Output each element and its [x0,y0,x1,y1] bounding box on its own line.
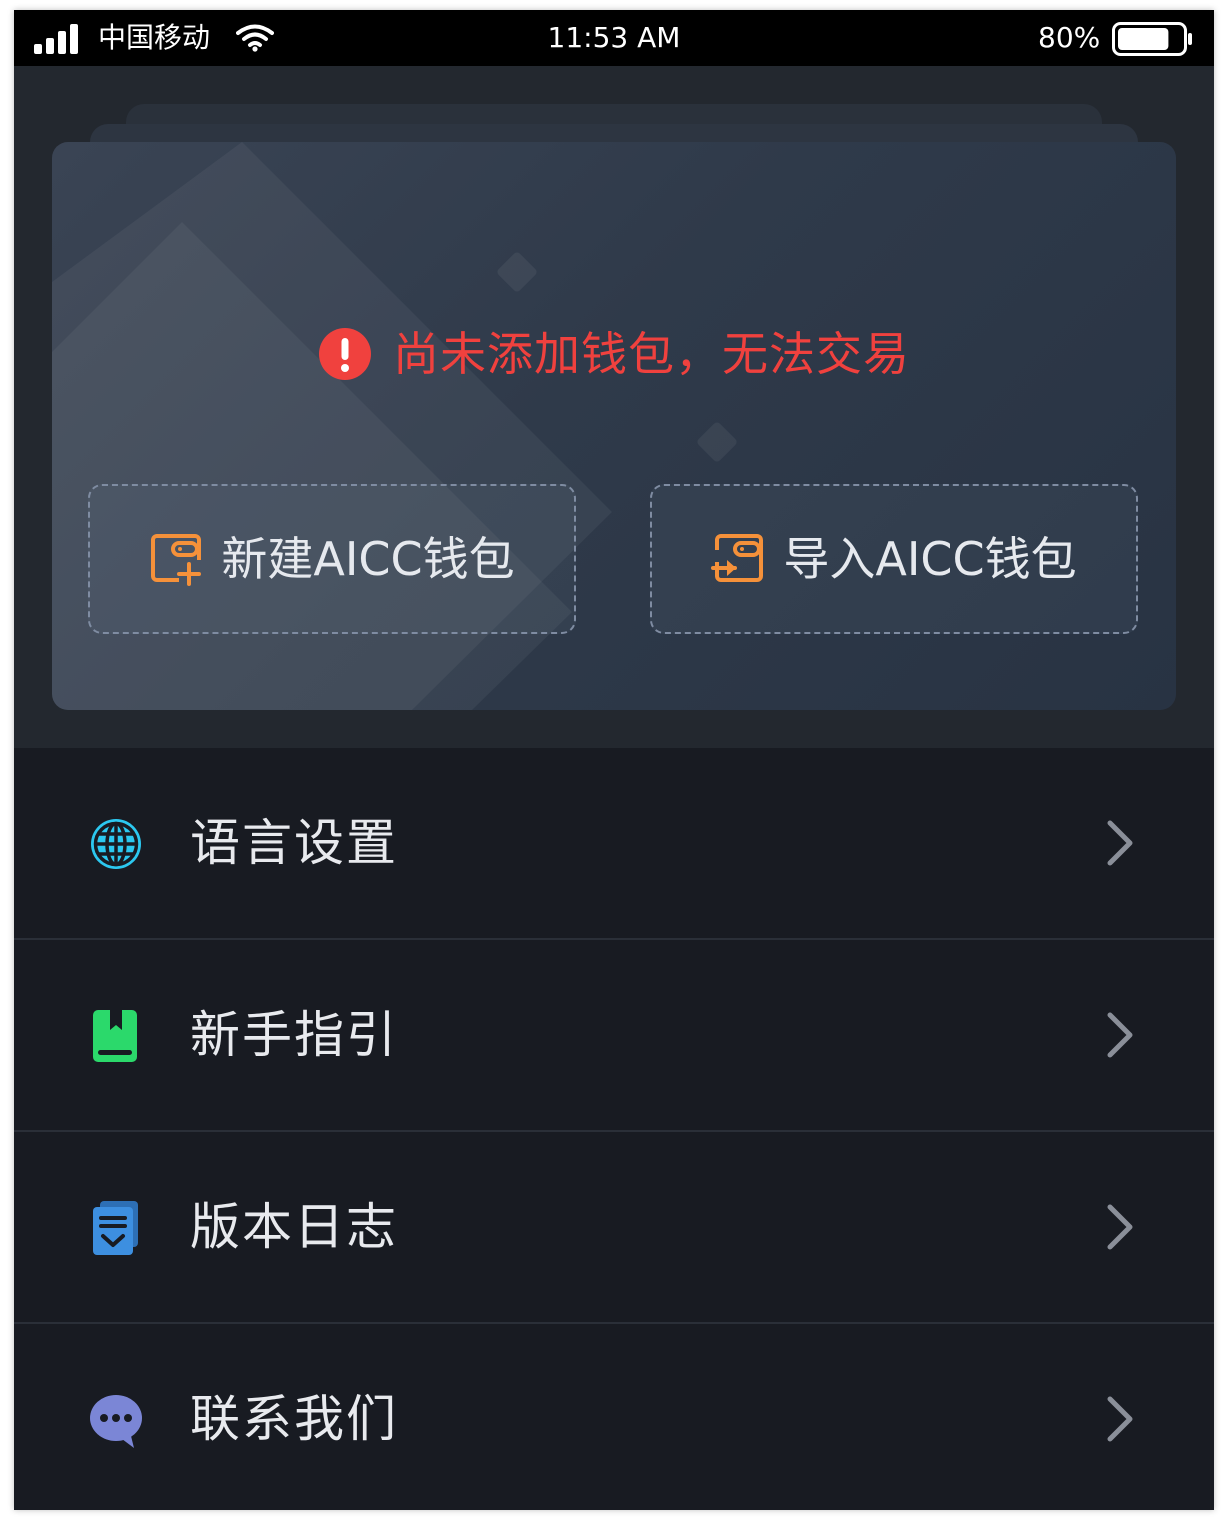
menu-item-label: 语言设置 [190,814,398,872]
chevron-right-icon [1107,1396,1133,1442]
chevron-right-icon [1107,1012,1133,1058]
menu-item-label: 联系我们 [190,1390,398,1448]
battery-percent: 80% [1038,21,1101,54]
exclamation-circle-icon [318,328,371,380]
battery-icon [1112,22,1192,56]
menu-item-changelog[interactable]: 版本日志 [14,1132,1214,1322]
menu-item-language[interactable]: 语言设置 [14,748,1214,938]
chevron-right-icon [1107,1204,1133,1250]
menu-item-contact[interactable]: 联系我们 [14,1324,1214,1510]
phone-screen: 中国移动 11:53 AM 80% 尚未添加钱包，无法交易 新建AICC钱包 导… [14,10,1214,1510]
import-wallet-button[interactable]: 导入AICC钱包 [650,484,1138,634]
import-wallet-label: 导入AICC钱包 [783,532,1077,586]
book-icon [93,1010,137,1062]
chat-icon [90,1395,142,1448]
status-time: 11:53 AM [547,21,681,54]
log-icon [93,1201,138,1255]
menu-item-guide[interactable]: 新手指引 [14,940,1214,1130]
globe-icon [91,819,141,869]
wallet-header: 尚未添加钱包，无法交易 新建AICC钱包 导入AICC钱包 [14,66,1214,748]
wallet-card: 尚未添加钱包，无法交易 新建AICC钱包 导入AICC钱包 [52,142,1176,710]
menu-item-label: 版本日志 [190,1198,398,1256]
menu-item-label: 新手指引 [190,1006,398,1064]
create-wallet-button[interactable]: 新建AICC钱包 [88,484,576,634]
settings-menu: 语言设置 新手指引 版本日志 联系我们 [14,748,1214,1510]
no-wallet-warning: 尚未添加钱包，无法交易 [52,326,1176,386]
create-wallet-label: 新建AICC钱包 [221,532,515,586]
warning-text: 尚未添加钱包，无法交易 [393,327,911,381]
chevron-right-icon [1107,820,1133,866]
wallet-import-icon [711,534,764,582]
status-bar: 中国移动 11:53 AM 80% [14,10,1214,66]
wallet-add-icon [151,534,202,586]
